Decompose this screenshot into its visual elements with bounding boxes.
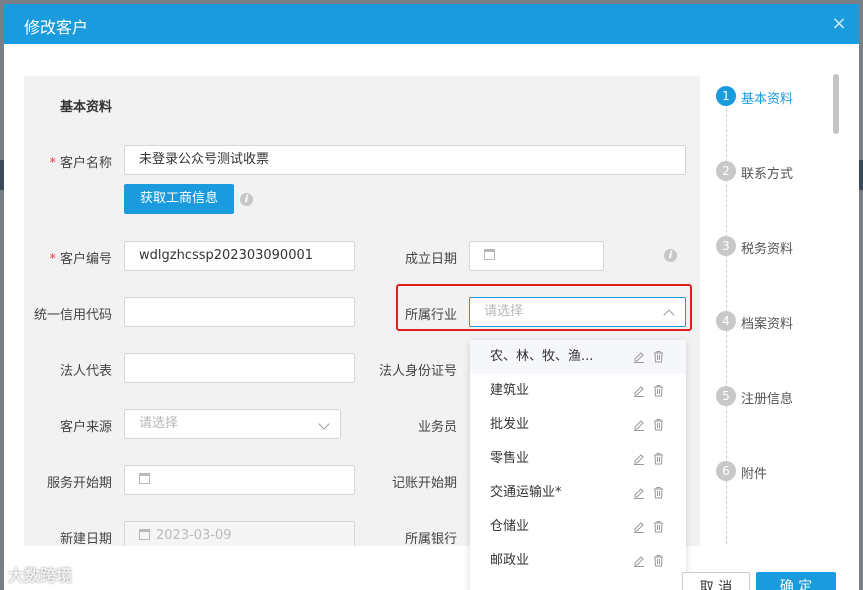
dropdown-option[interactable]: 交通运输业*	[470, 476, 686, 510]
section-title: 基本资料	[60, 100, 113, 115]
delete-icon[interactable]	[653, 554, 664, 567]
delete-icon[interactable]	[653, 520, 664, 533]
edit-icon[interactable]	[633, 385, 645, 397]
annotation-highlight	[396, 284, 692, 331]
edit-icon[interactable]	[633, 453, 645, 465]
dropdown-option[interactable]: 农、林、牧、渔...	[470, 340, 686, 374]
customer-name-input[interactable]: 未登录公众号测试收票	[124, 145, 686, 175]
customer-name-label: * 客户名称	[49, 156, 112, 171]
edit-icon[interactable]	[633, 555, 645, 567]
dropdown-option[interactable]: 建筑业	[470, 374, 686, 408]
dropdown-option[interactable]: 仓储业	[470, 510, 686, 544]
salesperson-label: 业务员	[417, 420, 457, 435]
info-icon: i	[240, 193, 253, 206]
created-date-picker: 2023-03-09	[124, 521, 355, 546]
credit-code-input[interactable]	[124, 297, 355, 327]
customer-source-label: 客户来源	[59, 420, 112, 435]
established-date-picker[interactable]	[469, 241, 604, 271]
dropdown-option[interactable]: 批发业	[470, 408, 686, 442]
legal-rep-label: 法人代表	[59, 364, 112, 379]
accounting-start-label: 记账开始期	[391, 476, 457, 491]
customer-code-label: * 客户编号	[49, 252, 112, 267]
delete-icon[interactable]	[653, 486, 664, 499]
bank-label: 所属银行	[404, 532, 457, 546]
customer-source-select[interactable]: 请选择	[124, 409, 341, 439]
close-icon[interactable]: ×	[829, 14, 849, 34]
created-date-label: 新建日期	[59, 532, 112, 546]
legal-rep-input[interactable]	[124, 353, 355, 383]
dialog-header: 修改客户 ×	[4, 4, 859, 44]
service-start-label: 服务开始期	[46, 476, 112, 491]
scrollbar-thumb[interactable]	[833, 74, 839, 134]
industry-dropdown: 农、林、牧、渔... 建筑业 批发业 零售业 交通运输业* 仓储业 邮政业	[470, 340, 686, 590]
delete-icon[interactable]	[653, 384, 664, 397]
step-nav: 1 基本资料 2 联系方式 3 税务资料 4 档案资料 5 注册信息 6 附件	[714, 84, 834, 544]
delete-icon[interactable]	[653, 452, 664, 465]
edit-icon[interactable]	[633, 419, 645, 431]
watermark-logo: 大数跨境	[8, 566, 73, 585]
credit-code-label: 统一信用代码	[33, 308, 112, 323]
dropdown-option[interactable]: 零售业	[470, 442, 686, 476]
fetch-business-info-button[interactable]: 获取工商信息	[124, 184, 234, 214]
dialog-title: 修改客户	[24, 18, 89, 37]
chevron-down-icon	[318, 418, 330, 430]
confirm-button[interactable]: 确 定	[756, 572, 836, 590]
calendar-icon	[139, 473, 150, 484]
service-start-picker[interactable]	[124, 465, 355, 495]
delete-icon[interactable]	[653, 418, 664, 431]
calendar-icon	[484, 249, 495, 260]
edit-icon[interactable]	[633, 351, 645, 363]
calendar-icon	[139, 529, 150, 540]
customer-code-input[interactable]: wdlgzhcssp202303090001	[124, 241, 355, 271]
edit-icon[interactable]	[633, 521, 645, 533]
legal-id-label: 法人身份证号	[378, 364, 457, 379]
edit-icon[interactable]	[633, 487, 645, 499]
dropdown-option[interactable]: 邮政业	[470, 544, 686, 578]
cancel-button[interactable]: 取 消	[682, 572, 750, 590]
info-icon: i	[664, 249, 677, 262]
source-placeholder: 请选择	[139, 416, 179, 431]
delete-icon[interactable]	[653, 350, 664, 363]
established-date-label: 成立日期	[404, 252, 457, 267]
